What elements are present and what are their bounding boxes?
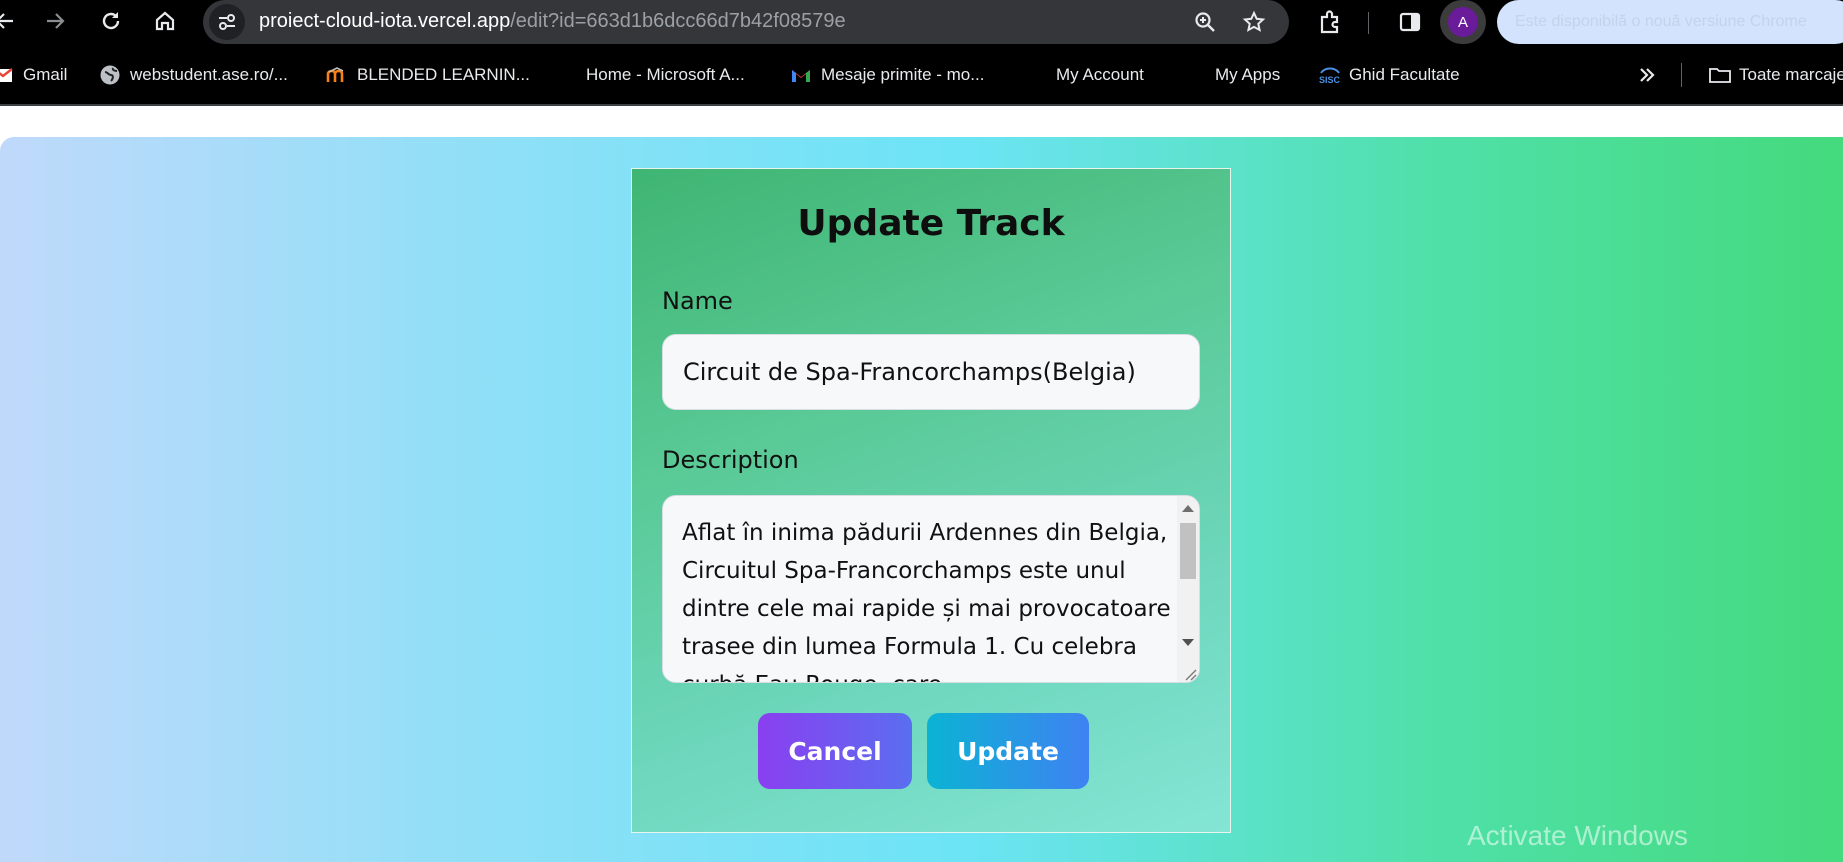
gmail-icon [790, 64, 812, 86]
bookmark-label: webstudent.ase.ro/... [130, 65, 288, 84]
globe-icon [99, 64, 121, 86]
bookmark-label: Ghid Facultate [1349, 65, 1460, 84]
profile-avatar[interactable]: A [1448, 7, 1478, 37]
bookmark-label: Gmail [23, 65, 68, 84]
zoom-icon[interactable] [1190, 7, 1220, 37]
url-path: /edit?id=663d1b6dcc66d7b42f08579e [510, 10, 846, 32]
bookmark-label: BLENDED LEARNIN... [357, 65, 530, 84]
bookmark-ghid-facultate[interactable]: SISC Ghid Facultate [1318, 58, 1460, 92]
name-input[interactable]: Circuit de Spa-Francorchamps(Belgia) [662, 334, 1200, 410]
scroll-down-arrow-icon[interactable] [1182, 639, 1194, 646]
bookmark-blended-learning[interactable]: BLENDED LEARNIN... [326, 58, 530, 92]
star-icon[interactable] [1239, 7, 1269, 37]
chevron-double-right-icon[interactable] [1636, 58, 1658, 92]
bookmark-my-apps[interactable]: My Apps [1184, 58, 1280, 92]
description-textarea-value: Aflat în inima pădurii Ardennes din Belg… [682, 520, 1171, 682]
microsoft-icon [1025, 64, 1047, 86]
svg-text:SISC: SISC [1319, 75, 1341, 85]
chrome-border [0, 104, 1843, 106]
chrome-update-notice[interactable]: Este disponibilă o nouă versiune Chrome [1497, 0, 1843, 44]
forward-arrow-icon[interactable] [40, 6, 70, 36]
reload-icon[interactable] [96, 6, 126, 36]
toolbar-divider [1368, 12, 1369, 34]
bookmark-webstudent[interactable]: webstudent.ase.ro/... [99, 58, 288, 92]
update-track-card: Update Track Name Circuit de Spa-Francor… [631, 168, 1231, 833]
side-panel-icon[interactable] [1394, 6, 1426, 38]
scroll-thumb[interactable] [1180, 523, 1196, 579]
omnibox[interactable]: proiect-cloud-iota.vercel.app/edit?id=66… [203, 0, 1289, 44]
bookmark-mesaje-primite[interactable]: Mesaje primite - mo... [790, 58, 984, 92]
home-icon[interactable] [150, 6, 180, 36]
moodle-icon [326, 64, 348, 86]
microsoft-icon [1184, 64, 1206, 86]
name-input-value: Circuit de Spa-Francorchamps(Belgia) [683, 358, 1136, 386]
microsoft-icon [555, 64, 577, 86]
description-textarea[interactable]: Aflat în inima pădurii Ardennes din Belg… [662, 495, 1200, 683]
address-bar-row: proiect-cloud-iota.vercel.app/edit?id=66… [0, 0, 1843, 46]
name-label: Name [662, 287, 733, 315]
bookmark-home-microsoft[interactable]: Home - Microsoft A... [555, 58, 745, 92]
site-info-icon[interactable] [209, 4, 245, 40]
browser-chrome: proiect-cloud-iota.vercel.app/edit?id=66… [0, 0, 1843, 106]
back-arrow-icon[interactable] [0, 6, 20, 36]
description-label: Description [662, 446, 799, 474]
bookmarks-divider [1681, 63, 1682, 87]
page-title: Update Track [797, 203, 1065, 244]
bookmark-my-account[interactable]: My Account [1025, 58, 1144, 92]
url-text[interactable]: proiect-cloud-iota.vercel.app/edit?id=66… [259, 10, 846, 33]
all-bookmarks-folder[interactable]: Toate marcajele [1708, 58, 1843, 92]
gmail-icon [0, 64, 14, 86]
bookmark-label: Mesaje primite - mo... [821, 65, 985, 84]
cancel-button[interactable]: Cancel [758, 713, 912, 789]
all-bookmarks-label: Toate marcajele [1739, 65, 1843, 84]
bookmark-label: My Account [1056, 65, 1144, 84]
bookmarks-bar: Gmail webstudent.ase.ro/... BLENDED LEAR… [0, 58, 1843, 92]
url-host: proiect-cloud-iota.vercel.app [259, 10, 511, 32]
folder-icon [1708, 64, 1731, 86]
extensions-icon[interactable] [1314, 6, 1346, 38]
activate-windows-watermark: Activate Windows [1467, 820, 1688, 851]
sisc-icon: SISC [1318, 64, 1341, 86]
resize-grip-icon[interactable] [1183, 666, 1197, 681]
bookmark-gmail[interactable]: Gmail [0, 58, 67, 92]
bookmark-label: Home - Microsoft A... [586, 65, 745, 84]
update-button[interactable]: Update [927, 713, 1089, 789]
bookmark-label: My Apps [1215, 65, 1281, 84]
textarea-scrollbar[interactable] [1177, 496, 1199, 682]
scroll-up-arrow-icon[interactable] [1182, 505, 1194, 512]
